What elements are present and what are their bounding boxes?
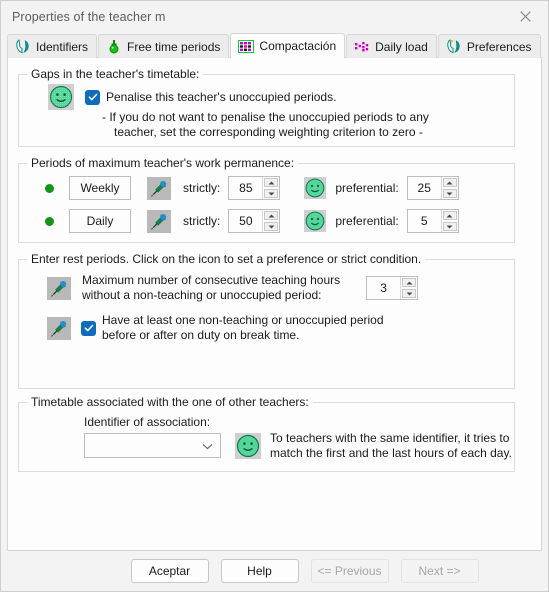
close-icon[interactable] xyxy=(503,1,548,32)
green-led-icon xyxy=(45,183,54,193)
pushpin-icon[interactable] xyxy=(147,176,171,200)
group-gaps: Gaps in the teacher's timetable: Penalis… xyxy=(18,67,515,147)
rest-break-rule-row: Have at least one non-teaching or unoccu… xyxy=(47,313,384,343)
permanence-row-daily: Daily strictly: 50 preferential: 5 xyxy=(45,209,459,233)
spinner-up-button[interactable] xyxy=(264,211,279,220)
permanence-strict-label-daily: strictly: xyxy=(183,214,221,228)
penalise-unoccupied-checkbox[interactable] xyxy=(85,89,100,105)
tab-label: Identifiers xyxy=(36,39,89,54)
tab-label: Daily load xyxy=(375,39,428,54)
tab-label: Preferences xyxy=(466,39,532,54)
permanence-strict-spinner-daily[interactable]: 50 xyxy=(228,209,281,233)
pushpin-icon[interactable] xyxy=(47,316,71,340)
spinner-value: 5 xyxy=(420,214,428,228)
smiley-face-icon[interactable] xyxy=(48,84,74,110)
spinner-arrows xyxy=(440,177,458,199)
penalise-unoccupied-label: Penalise this teacher's unoccupied perio… xyxy=(106,90,337,104)
rest-max-consecutive-spinner[interactable]: 3 xyxy=(366,276,419,300)
association-note-line2: match the first and the last hours of ea… xyxy=(270,446,512,460)
permanence-pref-label-weekly: preferential: xyxy=(335,181,399,195)
spinner-up-button[interactable] xyxy=(442,178,457,187)
tab-label: Free time periods xyxy=(127,39,221,54)
dialog-footer: Aceptar Help <= Previous Next => xyxy=(1,551,548,591)
permanence-pref-spinner-daily[interactable]: 5 xyxy=(406,209,459,233)
accept-button[interactable]: Aceptar xyxy=(130,559,209,583)
tab-identifiers[interactable]: Identifiers xyxy=(7,34,98,58)
permanence-strict-label-weekly: strictly: xyxy=(183,181,221,195)
spinner-up-button[interactable] xyxy=(264,178,279,187)
gaps-note-line2: teacher, set the corresponding weighting… xyxy=(114,125,423,139)
pushpin-icon[interactable] xyxy=(147,209,171,233)
rest-max-consecutive-label-line1: Maximum number of consecutive teaching h… xyxy=(82,273,341,287)
chevron-down-icon[interactable] xyxy=(202,439,213,453)
group-association-legend: Timetable associated with the one of oth… xyxy=(27,395,313,409)
spinner-up-button[interactable] xyxy=(402,278,417,287)
spinner-arrows xyxy=(400,277,417,299)
break-rule-label-line1: Have at least one non-teaching or unoccu… xyxy=(102,313,384,327)
magenta-dots-icon xyxy=(354,39,370,54)
spinner-arrows xyxy=(440,210,458,232)
association-note-line1: To teachers with the same identifier, it… xyxy=(270,431,510,445)
tab-label: Compactación xyxy=(259,39,337,53)
tab-daily-load[interactable]: Daily load xyxy=(346,34,437,58)
parrot-yellow-icon xyxy=(446,39,462,54)
group-rest-legend: Enter rest periods. Click on the icon to… xyxy=(27,252,426,266)
tab-strip: Identifiers Free time periods Compactaci… xyxy=(1,32,548,58)
title-bar: Properties of the teacher m xyxy=(1,1,548,32)
green-pin-icon xyxy=(106,39,122,54)
spinner-down-button[interactable] xyxy=(442,189,457,198)
parrot-teal-icon xyxy=(15,39,31,54)
gaps-checkbox-row: Penalise this teacher's unoccupied perio… xyxy=(48,84,336,110)
tab-free-time-periods[interactable]: Free time periods xyxy=(98,34,230,58)
green-led-icon xyxy=(45,216,54,226)
previous-button[interactable]: <= Previous xyxy=(310,559,389,583)
spinner-down-button[interactable] xyxy=(264,189,279,198)
spinner-up-button[interactable] xyxy=(442,211,457,220)
properties-dialog: Properties of the teacher m Identifiers xyxy=(0,0,549,592)
help-button[interactable]: Help xyxy=(220,559,299,583)
magenta-grid-icon xyxy=(238,39,255,54)
spinner-value: 3 xyxy=(380,281,387,295)
spinner-arrows xyxy=(262,177,279,199)
smiley-face-icon[interactable] xyxy=(304,210,327,232)
next-button[interactable]: Next => xyxy=(400,559,479,583)
identifier-of-association-dropdown[interactable] xyxy=(84,433,221,458)
permanence-strict-spinner-weekly[interactable]: 85 xyxy=(228,176,281,200)
permanence-scope-weekly[interactable]: Weekly xyxy=(69,176,131,200)
smiley-face-icon[interactable] xyxy=(304,177,327,199)
tab-page-compactacion: Gaps in the teacher's timetable: Penalis… xyxy=(7,58,542,551)
window-title: Properties of the teacher m xyxy=(12,9,166,24)
group-permanence-legend: Periods of maximum teacher's work perman… xyxy=(27,156,299,170)
tab-compactacion[interactable]: Compactación xyxy=(230,33,346,58)
permanence-pref-label-daily: preferential: xyxy=(335,214,399,228)
spinner-down-button[interactable] xyxy=(442,222,457,231)
permanence-scope-daily[interactable]: Daily xyxy=(69,209,131,233)
rest-max-consecutive-label-line2: without a non-teaching or unoccupied per… xyxy=(82,288,322,302)
rest-max-consecutive-row: Maximum number of consecutive teaching h… xyxy=(47,273,419,303)
group-association: Timetable associated with the one of oth… xyxy=(18,395,515,472)
permanence-row-weekly: Weekly strictly: 85 preferential: 25 xyxy=(45,176,459,200)
pushpin-icon[interactable] xyxy=(47,276,71,300)
group-permanence: Periods of maximum teacher's work perman… xyxy=(18,156,515,243)
spinner-value: 85 xyxy=(239,181,253,195)
break-rule-label-line2: before or after on duty on break time. xyxy=(102,328,300,342)
group-gaps-legend: Gaps in the teacher's timetable: xyxy=(27,67,204,81)
break-rule-checkbox[interactable] xyxy=(81,320,96,336)
identifier-of-association-label: Identifier of association: xyxy=(84,415,211,429)
spinner-value: 50 xyxy=(239,214,253,228)
spinner-down-button[interactable] xyxy=(264,222,279,231)
smiley-face-icon[interactable] xyxy=(235,433,261,459)
spinner-value: 25 xyxy=(417,181,431,195)
gaps-note-line1: - If you do not want to penalise the uno… xyxy=(102,110,429,124)
permanence-pref-spinner-weekly[interactable]: 25 xyxy=(406,176,459,200)
spinner-down-button[interactable] xyxy=(402,289,417,298)
spinner-arrows xyxy=(262,210,279,232)
tab-preferences[interactable]: Preferences xyxy=(437,34,541,58)
group-rest-periods: Enter rest periods. Click on the icon to… xyxy=(18,252,515,389)
